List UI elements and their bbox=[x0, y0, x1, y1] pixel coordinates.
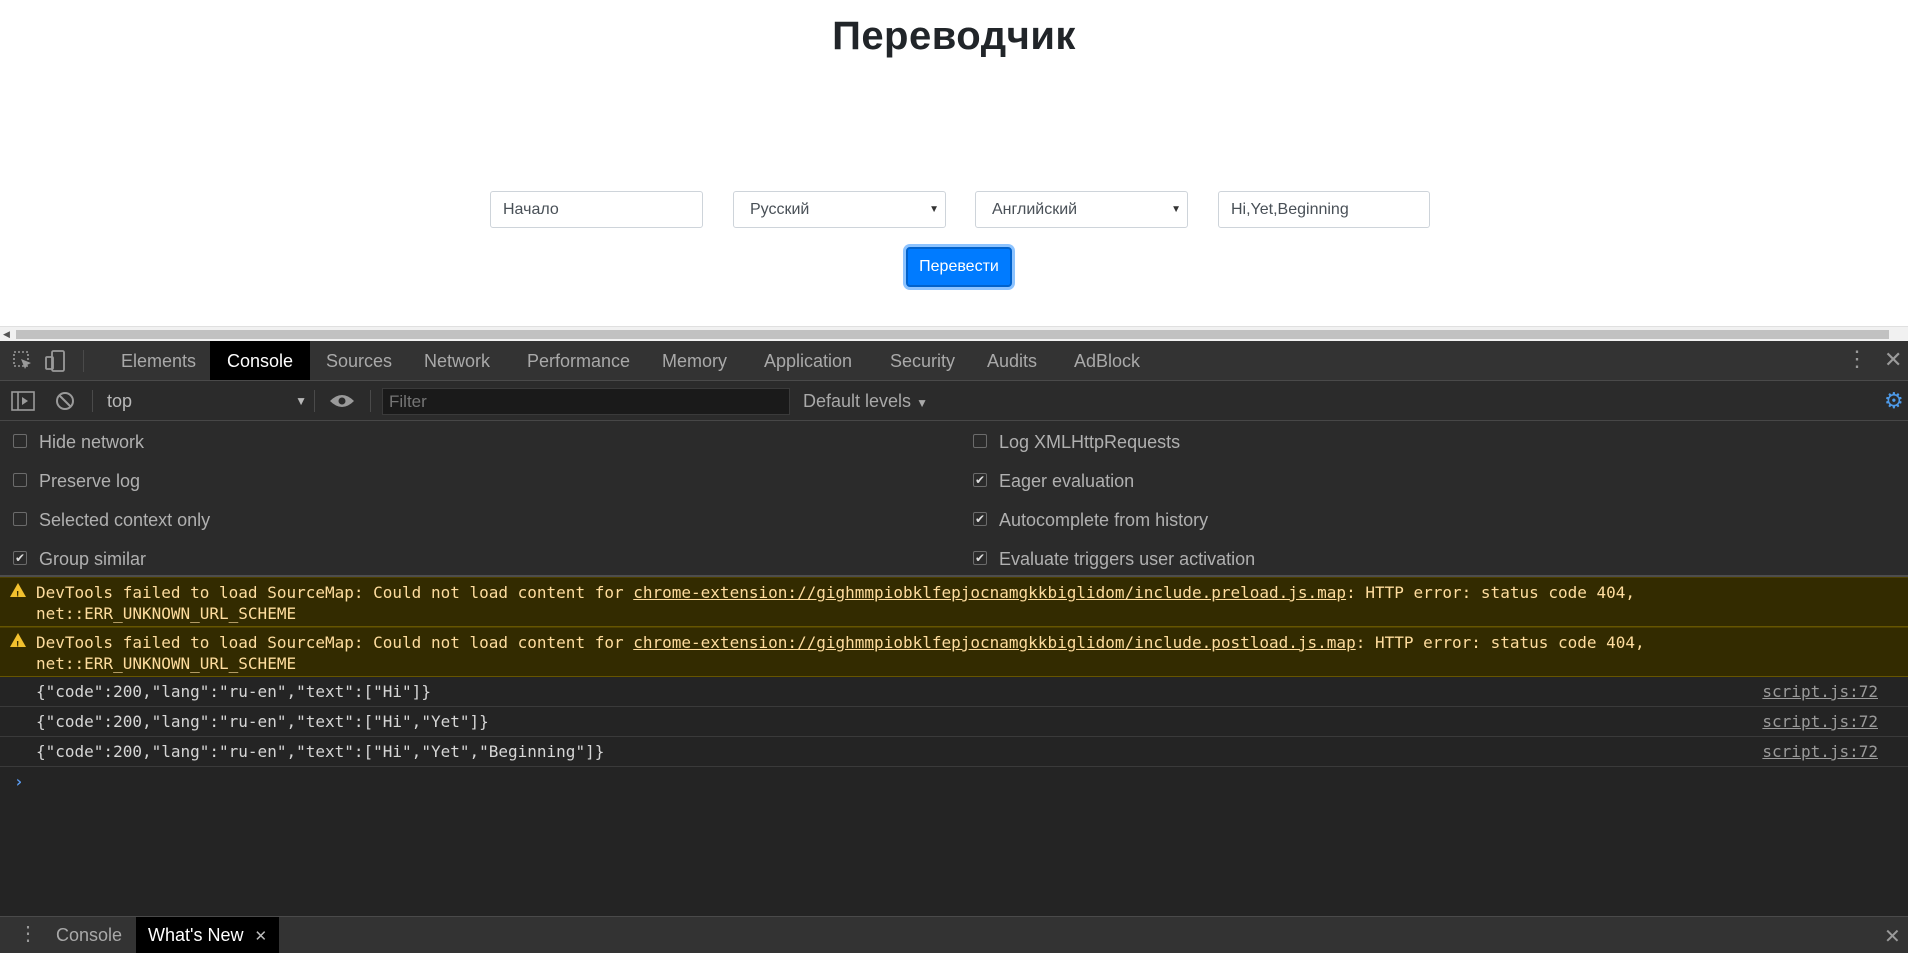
inspect-element-icon[interactable] bbox=[12, 350, 34, 377]
toolbar-divider bbox=[83, 350, 84, 372]
option-label: Evaluate triggers user activation bbox=[999, 549, 1256, 569]
console-settings-panel: Hide network Preserve log Selected conte… bbox=[0, 421, 1908, 577]
option-label: Autocomplete from history bbox=[999, 510, 1209, 530]
log-message: {"code":200,"lang":"ru-en","text":["Hi"]… bbox=[0, 677, 1908, 707]
drawer-tab-console[interactable]: Console bbox=[44, 917, 134, 953]
sourcemap-link[interactable]: chrome-extension://gighmmpiobklfepjocnam… bbox=[633, 633, 1355, 652]
page-title: Переводчик bbox=[832, 14, 1076, 58]
checkbox-group-similar[interactable]: ✔ bbox=[13, 551, 27, 565]
warning-icon bbox=[10, 583, 26, 606]
horizontal-scrollbar[interactable]: ◀ bbox=[0, 326, 1908, 342]
option-label: Preserve log bbox=[39, 471, 141, 491]
drawer-tab-whats-new[interactable]: What's New ✕ bbox=[136, 917, 280, 953]
scrollbar-thumb[interactable] bbox=[16, 330, 1889, 339]
console-toolbar: top ▼ Default levels ▼ ⚙ bbox=[0, 381, 1908, 421]
tab-network[interactable]: Network bbox=[407, 341, 507, 380]
translate-button[interactable]: Перевести bbox=[906, 247, 1012, 287]
checkbox-preserve-log[interactable] bbox=[13, 473, 27, 487]
source-text-input[interactable]: Начало bbox=[490, 191, 703, 228]
page-viewport: Переводчик Начало Русский ▼ Английский ▼… bbox=[0, 0, 1908, 326]
select-arrow-icon: ▼ bbox=[929, 204, 939, 215]
log-text: {"code":200,"lang":"ru-en","text":["Hi"]… bbox=[36, 682, 431, 701]
warning-error-code: net::ERR_UNKNOWN_URL_SCHEME bbox=[36, 604, 297, 623]
checkbox-evaluate-triggers-user-activation[interactable]: ✔ bbox=[973, 551, 987, 565]
close-tab-icon[interactable]: ✕ bbox=[254, 928, 267, 945]
context-selector[interactable]: top ▼ bbox=[107, 381, 307, 421]
log-message: {"code":200,"lang":"ru-en","text":["Hi",… bbox=[0, 707, 1908, 737]
warning-text: DevTools failed to load SourceMap: Could… bbox=[36, 633, 634, 652]
close-devtools-icon[interactable]: ✕ bbox=[1884, 347, 1902, 373]
caret-down-icon: ▼ bbox=[295, 394, 307, 408]
clear-console-icon[interactable] bbox=[55, 391, 75, 416]
source-language-value: Русский bbox=[750, 201, 810, 218]
tab-memory[interactable]: Memory bbox=[645, 341, 744, 380]
log-levels-value: Default levels bbox=[803, 391, 912, 411]
tab-elements[interactable]: Elements bbox=[104, 341, 213, 380]
tab-audits[interactable]: Audits bbox=[970, 341, 1054, 380]
console-messages: DevTools failed to load SourceMap: Could… bbox=[0, 577, 1908, 797]
caret-down-icon: ▼ bbox=[916, 396, 928, 410]
device-toolbar-icon[interactable] bbox=[44, 349, 66, 378]
tab-adblock[interactable]: AdBlock bbox=[1057, 341, 1157, 380]
source-text-value: Начало bbox=[503, 201, 559, 218]
drawer-menu-icon[interactable]: ⋮ bbox=[18, 923, 38, 945]
console-prompt[interactable]: › bbox=[0, 767, 1908, 797]
result-output-field[interactable]: Hi,Yet,Beginning bbox=[1218, 191, 1430, 228]
log-source-link[interactable]: script.js:72 bbox=[1762, 677, 1878, 707]
tab-security[interactable]: Security bbox=[873, 341, 972, 380]
checkbox-log-xmlhttprequests[interactable] bbox=[973, 434, 987, 448]
devtools-tab-bar: Elements Console Sources Network Perform… bbox=[0, 341, 1908, 381]
option-label: Log XMLHttpRequests bbox=[999, 432, 1181, 452]
show-sidebar-icon[interactable] bbox=[11, 391, 35, 416]
result-value: Hi,Yet,Beginning bbox=[1231, 201, 1349, 218]
prompt-chevron-icon: › bbox=[14, 772, 24, 791]
checkbox-hide-network[interactable] bbox=[13, 434, 27, 448]
checkbox-selected-context-only[interactable] bbox=[13, 512, 27, 526]
log-text: {"code":200,"lang":"ru-en","text":["Hi",… bbox=[36, 742, 605, 761]
warning-icon bbox=[10, 633, 26, 656]
warning-error-code: net::ERR_UNKNOWN_URL_SCHEME bbox=[36, 654, 297, 673]
select-arrow-icon: ▼ bbox=[1171, 204, 1181, 215]
warning-text-suffix: : HTTP error: status code 404, bbox=[1346, 583, 1636, 602]
log-source-link[interactable]: script.js:72 bbox=[1762, 707, 1878, 737]
console-settings-gear-icon[interactable]: ⚙ bbox=[1884, 390, 1904, 412]
checkbox-autocomplete-from-history[interactable]: ✔ bbox=[973, 512, 987, 526]
tab-sources[interactable]: Sources bbox=[309, 341, 409, 380]
source-language-select[interactable]: Русский ▼ bbox=[733, 191, 946, 228]
more-options-icon[interactable]: ⋮ bbox=[1846, 348, 1868, 370]
log-text: {"code":200,"lang":"ru-en","text":["Hi",… bbox=[36, 712, 489, 731]
drawer-tab-label: What's New bbox=[148, 925, 244, 945]
toolbar-divider bbox=[314, 390, 315, 412]
devtools-panel: Elements Console Sources Network Perform… bbox=[0, 341, 1908, 953]
tab-console[interactable]: Console bbox=[210, 341, 311, 380]
warning-message: DevTools failed to load SourceMap: Could… bbox=[0, 627, 1908, 677]
warning-message: DevTools failed to load SourceMap: Could… bbox=[0, 577, 1908, 627]
tab-application[interactable]: Application bbox=[747, 341, 869, 380]
option-label: Hide network bbox=[39, 432, 145, 452]
target-language-select[interactable]: Английский ▼ bbox=[975, 191, 1188, 228]
log-message: {"code":200,"lang":"ru-en","text":["Hi",… bbox=[0, 737, 1908, 767]
context-value: top bbox=[107, 391, 133, 411]
live-expression-eye-icon[interactable] bbox=[329, 393, 355, 414]
filter-input[interactable] bbox=[382, 388, 790, 415]
target-language-value: Английский bbox=[992, 201, 1078, 218]
close-drawer-icon[interactable]: ✕ bbox=[1884, 924, 1901, 949]
log-levels-dropdown[interactable]: Default levels ▼ bbox=[803, 381, 928, 421]
devtools-drawer-tabs: ⋮ Console What's New ✕ ✕ bbox=[0, 916, 1908, 953]
checkbox-eager-evaluation[interactable]: ✔ bbox=[973, 473, 987, 487]
warning-text: DevTools failed to load SourceMap: Could… bbox=[36, 583, 634, 602]
toolbar-divider bbox=[92, 390, 93, 412]
scroll-left-icon[interactable]: ◀ bbox=[3, 329, 10, 340]
sourcemap-link[interactable]: chrome-extension://gighmmpiobklfepjocnam… bbox=[633, 583, 1346, 602]
warning-text-suffix: : HTTP error: status code 404, bbox=[1355, 633, 1645, 652]
option-label: Group similar bbox=[39, 549, 147, 569]
tab-performance[interactable]: Performance bbox=[510, 341, 647, 380]
option-label: Selected context only bbox=[39, 510, 211, 530]
toolbar-divider bbox=[370, 390, 371, 412]
log-source-link[interactable]: script.js:72 bbox=[1762, 737, 1878, 767]
option-label: Eager evaluation bbox=[999, 471, 1135, 491]
